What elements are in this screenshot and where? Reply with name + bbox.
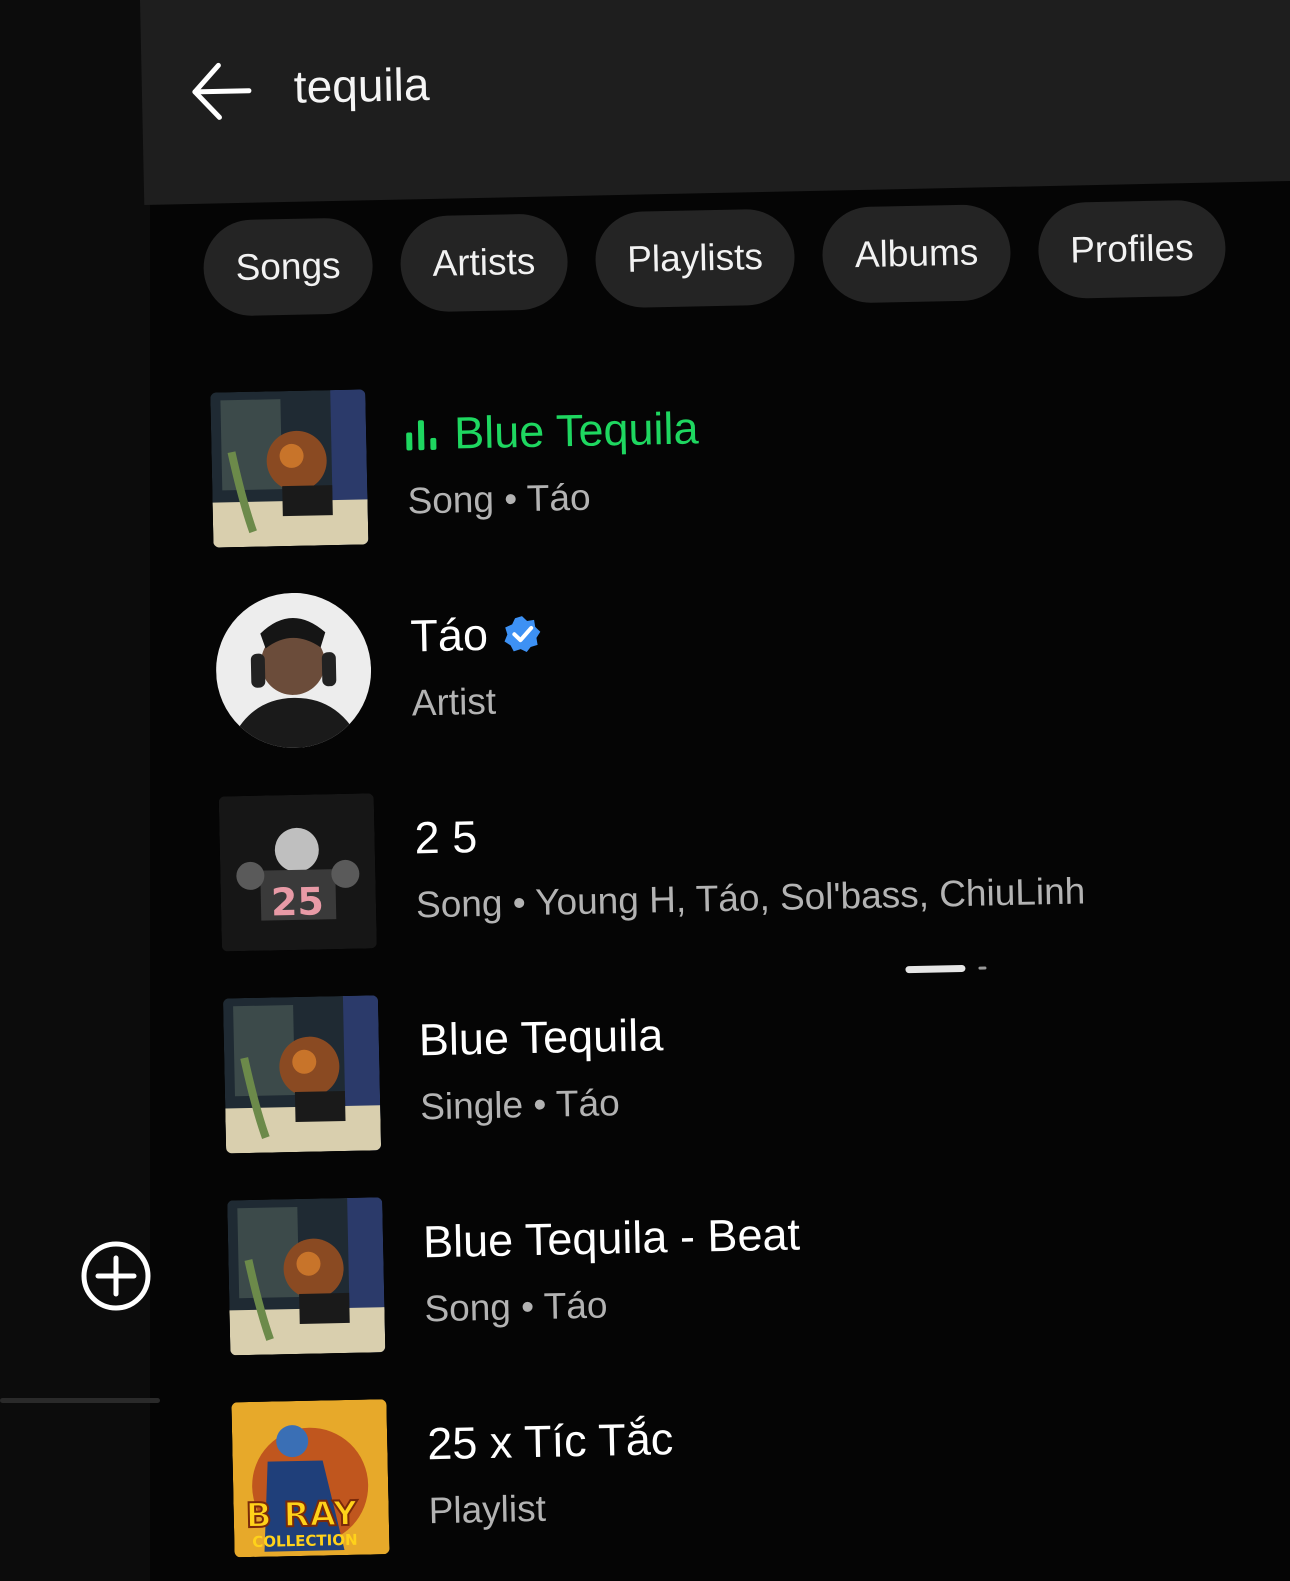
- library-rail: [0, 0, 160, 1581]
- scroll-indicator-dot: [978, 966, 987, 970]
- result-subtitle: Single • Táo: [419, 1082, 621, 1128]
- add-button[interactable]: [80, 1240, 152, 1312]
- equalizer-icon: [406, 418, 437, 451]
- result-title: 2 5: [414, 811, 478, 864]
- scroll-indicator: [905, 964, 966, 974]
- result-title: Blue Tequila - Beat: [422, 1208, 801, 1268]
- filter-artists[interactable]: Artists: [399, 213, 569, 313]
- result-subtitle: Song • Táo: [424, 1284, 608, 1330]
- result-title: Táo: [409, 608, 489, 662]
- result-subtitle: Artist: [411, 680, 497, 724]
- result-row[interactable]: Blue Tequila - Beat Song • Táo: [227, 1154, 1290, 1379]
- result-title: 25 x Tíc Tắc: [426, 1413, 674, 1470]
- playlist-art: B RAY COLLECTION: [231, 1398, 390, 1557]
- result-row[interactable]: B RAY COLLECTION 25 x Tíc Tắc Playlist: [231, 1356, 1290, 1581]
- result-row[interactable]: Blue Tequila Song • Táo: [210, 346, 1290, 571]
- album-art: [210, 388, 369, 548]
- svg-text:B RAY: B RAY: [245, 1493, 358, 1535]
- search-panel: Songs Artists Playlists Albums Profiles: [140, 0, 1290, 1581]
- back-button[interactable]: [183, 56, 258, 128]
- album-art: 25: [218, 792, 377, 951]
- filter-songs[interactable]: Songs: [202, 217, 374, 317]
- result-row[interactable]: Táo Artist: [214, 548, 1290, 773]
- rail-divider: [0, 1398, 160, 1403]
- result-title: Blue Tequila: [418, 1009, 664, 1066]
- filter-albums[interactable]: Albums: [821, 203, 1012, 304]
- results-list: Blue Tequila Song • Táo Táo Artist 25 2 …: [210, 346, 1290, 1580]
- search-screen: Songs Artists Playlists Albums Profiles: [0, 0, 1290, 1581]
- album-art: [222, 994, 382, 1153]
- verified-badge-icon: [504, 616, 540, 653]
- album-art: [227, 1196, 386, 1355]
- filter-playlists[interactable]: Playlists: [594, 208, 796, 309]
- search-input[interactable]: [293, 42, 995, 117]
- arrow-left-icon: [192, 62, 252, 120]
- result-subtitle: Song • Táo: [407, 476, 591, 522]
- svg-text:25: 25: [270, 879, 324, 924]
- artist-photo: [214, 590, 373, 750]
- result-title: Blue Tequila: [453, 402, 699, 459]
- result-subtitle: Song • Young H, Táo, Sol'bass, ChiuLinh: [415, 870, 1086, 926]
- result-subtitle: Playlist: [428, 1487, 547, 1532]
- filter-chips: Songs Artists Playlists Albums Profiles: [202, 199, 1227, 317]
- filter-profiles[interactable]: Profiles: [1037, 199, 1227, 300]
- result-row[interactable]: 25 2 5 Song • Young H, Táo, Sol'bass, Ch…: [218, 750, 1290, 975]
- svg-text:COLLECTION: COLLECTION: [252, 1530, 358, 1550]
- plus-circle-icon: [81, 1241, 151, 1311]
- result-row[interactable]: Blue Tequila Single • Táo: [222, 952, 1290, 1177]
- search-bar: [140, 0, 1290, 205]
